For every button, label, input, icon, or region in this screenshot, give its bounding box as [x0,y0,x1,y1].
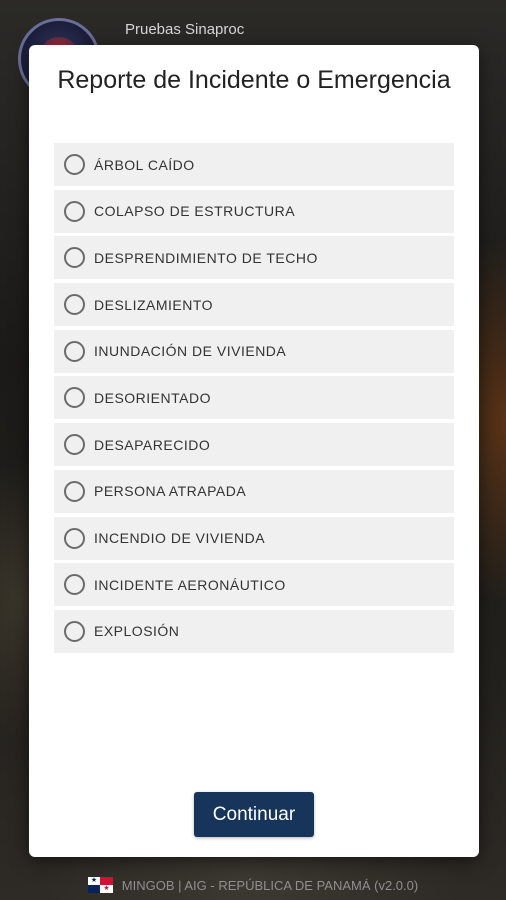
option-label: INCENDIO DE VIVIENDA [94,530,266,546]
incident-option-desprendimiento-de-techo[interactable]: DESPRENDIMIENTO DE TECHO [54,236,454,280]
radio-unchecked-icon[interactable] [64,574,85,596]
incident-option-explosion[interactable]: EXPLOSIÓN [54,609,454,653]
option-label: DESLIZAMIENTO [94,296,214,313]
radio-unchecked-icon[interactable] [64,387,85,409]
incident-option-arbol-caido[interactable]: ÁRBOL CAÍDO [54,143,454,186]
radio-unchecked-icon[interactable] [64,340,85,362]
radio-unchecked-icon[interactable] [64,527,85,549]
incident-option-inundacion-de-vivienda[interactable]: INUNDACIÓN DE VIVIENDA [54,329,454,373]
option-label: INCIDENTE AERONÁUTICO [94,576,286,593]
option-label: DESAPARECIDO [94,436,211,453]
incident-option-incendio-de-vivienda[interactable]: INCENDIO DE VIVIENDA [54,516,454,560]
radio-unchecked-icon[interactable] [64,200,85,222]
option-label: DESPRENDIMIENTO DE TECHO [94,249,318,266]
footer-text: MINGOB | AIG - REPÚBLICA DE PANAMÁ (v2.0… [121,877,419,893]
continue-button[interactable]: Continuar [194,792,314,837]
option-label: DESORIENTADO [94,389,211,406]
incident-option-deslizamiento[interactable]: DESLIZAMIENTO [54,283,454,327]
option-label: PERSONA ATRAPADA [94,483,247,500]
incident-option-incidente-aeronautico[interactable]: INCIDENTE AERONÁUTICO [54,563,454,607]
incident-type-list: ÁRBOL CAÍDO COLAPSO DE ESTRUCTURA DESPRE… [54,143,454,657]
radio-unchecked-icon[interactable] [64,247,85,269]
option-label: COLAPSO DE ESTRUCTURA [94,203,296,220]
app-title: Pruebas Sinaproc [125,21,245,38]
radio-unchecked-icon[interactable] [64,480,85,502]
incident-option-persona-atrapada[interactable]: PERSONA ATRAPADA [54,469,454,513]
option-label: INUNDACIÓN DE VIVIENDA [94,343,287,360]
panama-flag-icon: ★ ★ [87,877,113,893]
footer: ★ ★ MINGOB | AIG - REPÚBLICA DE PANAMÁ (… [0,877,506,893]
radio-unchecked-icon[interactable] [64,294,85,316]
dialog-title: Reporte de Incidente o Emergencia [57,66,451,94]
radio-unchecked-icon[interactable] [64,620,85,642]
option-label: ÁRBOL CAÍDO [94,156,195,173]
incident-option-desorientado[interactable]: DESORIENTADO [54,376,454,420]
radio-unchecked-icon[interactable] [64,154,85,175]
radio-unchecked-icon[interactable] [64,434,85,456]
incident-report-dialog: Reporte de Incidente o Emergencia ÁRBOL … [29,45,479,857]
option-label: EXPLOSIÓN [94,623,180,640]
incident-option-colapso-de-estructura[interactable]: COLAPSO DE ESTRUCTURA [54,189,454,233]
incident-option-desaparecido[interactable]: DESAPARECIDO [54,423,454,467]
